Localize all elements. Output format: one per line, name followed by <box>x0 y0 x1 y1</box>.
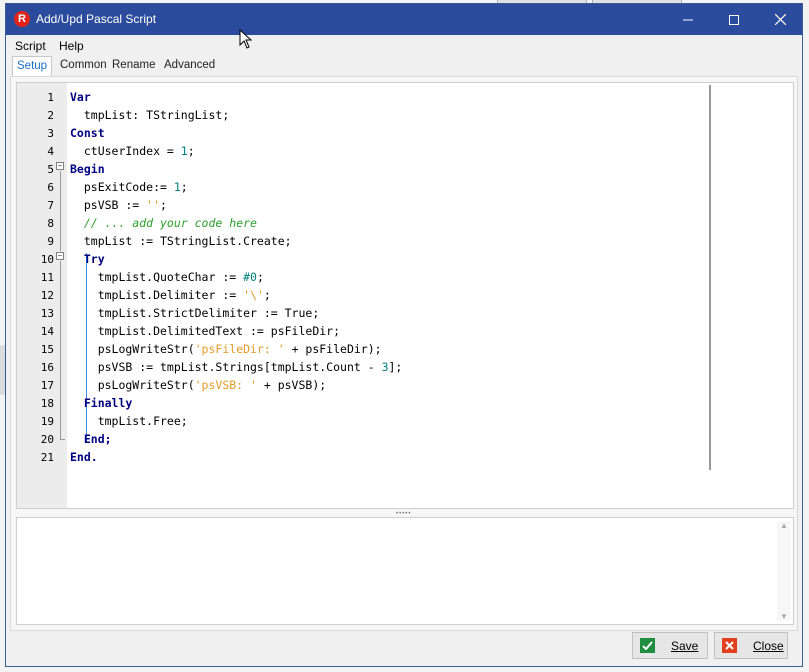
code-line: psLogWriteStr('psFileDir: ' + psFileDir)… <box>70 342 382 356</box>
code-line: Const <box>70 126 105 140</box>
code-line: // ... add your code here <box>70 216 257 230</box>
line-number: 17 <box>40 379 54 392</box>
mouse-cursor-icon <box>239 29 253 49</box>
app-logo-icon: R <box>14 11 30 27</box>
line-number: 11 <box>40 271 54 284</box>
code-line: ctUserIndex = 1; <box>70 144 195 158</box>
line-number: 13 <box>40 307 54 320</box>
line-number: 7 <box>47 199 54 212</box>
line-number: 21 <box>40 451 54 464</box>
line-number-gutter: 1 2 3 4 5 6 7 8 9 10 11 12 13 14 15 16 1… <box>17 83 67 508</box>
close-window-button[interactable] <box>757 4 803 35</box>
line-number: 9 <box>47 235 54 248</box>
line-number: 12 <box>40 289 54 302</box>
tab-common[interactable]: Common <box>56 56 111 75</box>
line-number: 5 <box>47 163 54 176</box>
line-number: 10 <box>40 253 54 266</box>
code-editor[interactable]: 1 2 3 4 5 6 7 8 9 10 11 12 13 14 15 16 1… <box>16 82 794 509</box>
line-number: 1 <box>47 91 54 104</box>
save-button[interactable]: Save <box>632 632 708 659</box>
checkmark-icon <box>640 638 655 653</box>
line-number: 3 <box>47 127 54 140</box>
window-title: Add/Upd Pascal Script <box>36 12 157 26</box>
line-number: 16 <box>40 361 54 374</box>
tab-advanced[interactable]: Advanced <box>160 56 219 75</box>
editor-right-margin <box>709 85 711 470</box>
scroll-up-icon[interactable]: ▲ <box>780 521 788 530</box>
minimize-icon <box>683 19 693 20</box>
x-icon <box>722 638 737 653</box>
close-icon <box>774 14 786 25</box>
fold-collapse-icon[interactable]: − <box>56 252 64 260</box>
code-line: Finally <box>70 396 133 410</box>
tab-strip: Setup Common Rename Advanced <box>6 56 802 76</box>
line-number: 19 <box>40 415 54 428</box>
code-line: psVSB := tmpList.Strings[tmpList.Count -… <box>70 360 403 374</box>
title-bar[interactable]: R Add/Upd Pascal Script <box>6 4 802 35</box>
code-line: psExitCode:= 1; <box>70 180 188 194</box>
code-line: tmpList: TStringList; <box>70 108 230 122</box>
menu-help[interactable]: Help <box>59 39 84 53</box>
code-line: End. <box>70 450 98 464</box>
output-scrollbar[interactable]: ▲ ▼ <box>777 521 791 621</box>
fold-end-marker <box>60 439 65 440</box>
minimize-button[interactable] <box>665 4 711 35</box>
fold-collapse-icon[interactable]: − <box>56 162 64 170</box>
code-line: Var <box>70 90 91 104</box>
code-line: tmpList.Free; <box>70 414 188 428</box>
fold-line <box>60 171 61 251</box>
code-line: End; <box>70 432 112 446</box>
code-line: tmpList.StrictDelimiter := True; <box>70 306 320 320</box>
code-line: psLogWriteStr('psVSB: ' + psVSB); <box>70 378 327 392</box>
code-line: psVSB := ''; <box>70 198 167 212</box>
tab-rename[interactable]: Rename <box>108 56 159 75</box>
code-line: tmpList := TStringList.Create; <box>70 234 292 248</box>
save-label: Save <box>671 638 699 653</box>
line-number: 2 <box>47 109 54 122</box>
output-log[interactable]: ▲ ▼ <box>16 517 794 625</box>
close-button[interactable]: Close <box>714 632 788 659</box>
menu-bar: Script Help <box>6 36 802 56</box>
line-number: 6 <box>47 181 54 194</box>
code-line: tmpList.DelimitedText := psFileDir; <box>70 324 341 338</box>
line-number: 20 <box>40 433 54 446</box>
close-label: Close <box>753 638 784 653</box>
code-line: tmpList.Delimiter := '\'; <box>70 288 271 302</box>
splitter-grip[interactable]: ••••• <box>396 511 412 517</box>
line-number: 18 <box>40 397 54 410</box>
line-number: 8 <box>47 217 54 230</box>
menu-script[interactable]: Script <box>15 39 46 53</box>
scroll-down-icon[interactable]: ▼ <box>780 612 788 621</box>
code-line: tmpList.QuoteChar := #0; <box>70 270 264 284</box>
line-number: 14 <box>40 325 54 338</box>
code-line: Try <box>70 252 105 266</box>
maximize-button[interactable] <box>711 4 757 35</box>
line-number: 15 <box>40 343 54 356</box>
setup-panel: 1 2 3 4 5 6 7 8 9 10 11 12 13 14 15 16 1… <box>10 76 798 631</box>
code-line: Begin <box>70 162 105 176</box>
line-number: 4 <box>47 145 54 158</box>
script-window: R Add/Upd Pascal Script Script Help Setu… <box>5 3 803 667</box>
tab-setup[interactable]: Setup <box>12 56 53 76</box>
fold-line <box>60 261 61 439</box>
maximize-icon <box>729 14 739 25</box>
